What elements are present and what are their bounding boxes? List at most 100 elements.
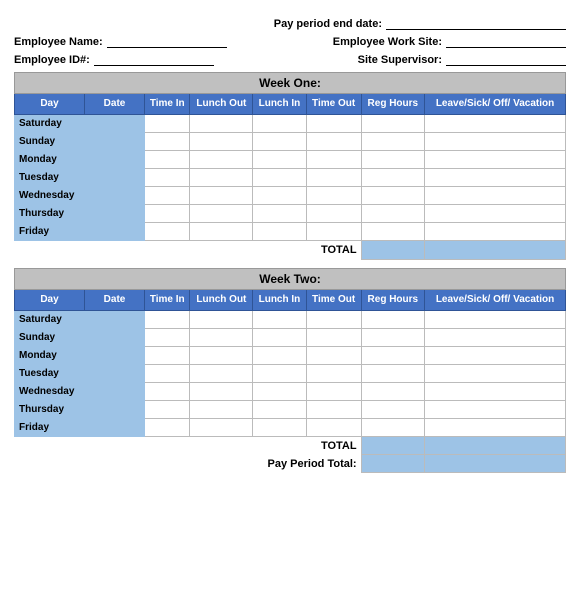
week2-friday-lunchout[interactable] bbox=[190, 418, 253, 436]
week2-tuesday-reghours[interactable] bbox=[361, 364, 424, 382]
week1-total-leave[interactable] bbox=[425, 241, 566, 260]
week1-tuesday-date[interactable] bbox=[85, 169, 145, 187]
week1-thursday-date[interactable] bbox=[85, 205, 145, 223]
week1-wednesday-lunchin[interactable] bbox=[253, 187, 306, 205]
week2-thursday-timein[interactable] bbox=[145, 400, 190, 418]
week2-saturday-timeout[interactable] bbox=[306, 310, 361, 328]
week1-wednesday-timeout[interactable] bbox=[306, 187, 361, 205]
week1-tuesday-reghours[interactable] bbox=[361, 169, 424, 187]
week1-saturday-leave[interactable] bbox=[425, 115, 566, 133]
week2-monday-timeout[interactable] bbox=[306, 346, 361, 364]
employee-worksite-value[interactable] bbox=[446, 34, 566, 48]
week2-wednesday-reghours[interactable] bbox=[361, 382, 424, 400]
week2-tuesday-timein[interactable] bbox=[145, 364, 190, 382]
week1-sunday-timeout[interactable] bbox=[306, 133, 361, 151]
week1-monday-lunchout[interactable] bbox=[190, 151, 253, 169]
week1-friday-lunchout[interactable] bbox=[190, 223, 253, 241]
week1-sunday-date[interactable] bbox=[85, 133, 145, 151]
week2-friday-lunchin[interactable] bbox=[253, 418, 306, 436]
week1-friday-reghours[interactable] bbox=[361, 223, 424, 241]
week1-thursday-timeout[interactable] bbox=[306, 205, 361, 223]
week2-wednesday-date[interactable] bbox=[85, 382, 145, 400]
week2-monday-timein[interactable] bbox=[145, 346, 190, 364]
week2-sunday-leave[interactable] bbox=[425, 328, 566, 346]
week1-total-reghours[interactable] bbox=[361, 241, 424, 260]
week1-sunday-lunchin[interactable] bbox=[253, 133, 306, 151]
week1-sunday-leave[interactable] bbox=[425, 133, 566, 151]
week1-sunday-reghours[interactable] bbox=[361, 133, 424, 151]
week2-total-leave[interactable] bbox=[425, 436, 566, 455]
week1-wednesday-leave[interactable] bbox=[425, 187, 566, 205]
week1-friday-timein[interactable] bbox=[145, 223, 190, 241]
week2-monday-lunchout[interactable] bbox=[190, 346, 253, 364]
week2-tuesday-lunchin[interactable] bbox=[253, 364, 306, 382]
week2-sunday-reghours[interactable] bbox=[361, 328, 424, 346]
week2-wednesday-leave[interactable] bbox=[425, 382, 566, 400]
week2-wednesday-lunchout[interactable] bbox=[190, 382, 253, 400]
week2-monday-reghours[interactable] bbox=[361, 346, 424, 364]
week2-saturday-lunchin[interactable] bbox=[253, 310, 306, 328]
week1-friday-lunchin[interactable] bbox=[253, 223, 306, 241]
week1-saturday-date[interactable] bbox=[85, 115, 145, 133]
week1-wednesday-date[interactable] bbox=[85, 187, 145, 205]
week2-friday-date[interactable] bbox=[85, 418, 145, 436]
week2-monday-date[interactable] bbox=[85, 346, 145, 364]
week2-thursday-leave[interactable] bbox=[425, 400, 566, 418]
week1-friday-leave[interactable] bbox=[425, 223, 566, 241]
week1-monday-reghours[interactable] bbox=[361, 151, 424, 169]
week1-saturday-timein[interactable] bbox=[145, 115, 190, 133]
week2-monday-lunchin[interactable] bbox=[253, 346, 306, 364]
week2-sunday-lunchin[interactable] bbox=[253, 328, 306, 346]
week2-friday-timeout[interactable] bbox=[306, 418, 361, 436]
week1-sunday-lunchout[interactable] bbox=[190, 133, 253, 151]
week1-saturday-lunchout[interactable] bbox=[190, 115, 253, 133]
week2-total-reghours[interactable] bbox=[361, 436, 424, 455]
week2-wednesday-timeout[interactable] bbox=[306, 382, 361, 400]
week2-sunday-date[interactable] bbox=[85, 328, 145, 346]
week1-thursday-reghours[interactable] bbox=[361, 205, 424, 223]
pay-period-total-reghours[interactable] bbox=[361, 455, 424, 473]
week2-wednesday-timein[interactable] bbox=[145, 382, 190, 400]
week1-saturday-lunchin[interactable] bbox=[253, 115, 306, 133]
week1-thursday-leave[interactable] bbox=[425, 205, 566, 223]
week2-thursday-date[interactable] bbox=[85, 400, 145, 418]
week2-saturday-date[interactable] bbox=[85, 310, 145, 328]
employee-name-value[interactable] bbox=[107, 34, 227, 48]
week1-thursday-timein[interactable] bbox=[145, 205, 190, 223]
week1-wednesday-timein[interactable] bbox=[145, 187, 190, 205]
week1-monday-timein[interactable] bbox=[145, 151, 190, 169]
week2-sunday-timeout[interactable] bbox=[306, 328, 361, 346]
site-supervisor-value[interactable] bbox=[446, 52, 566, 66]
week1-saturday-timeout[interactable] bbox=[306, 115, 361, 133]
week1-sunday-timein[interactable] bbox=[145, 133, 190, 151]
week2-saturday-lunchout[interactable] bbox=[190, 310, 253, 328]
week2-tuesday-date[interactable] bbox=[85, 364, 145, 382]
week1-tuesday-lunchout[interactable] bbox=[190, 169, 253, 187]
week2-friday-leave[interactable] bbox=[425, 418, 566, 436]
week2-thursday-timeout[interactable] bbox=[306, 400, 361, 418]
week1-thursday-lunchin[interactable] bbox=[253, 205, 306, 223]
week2-friday-timein[interactable] bbox=[145, 418, 190, 436]
week1-friday-date[interactable] bbox=[85, 223, 145, 241]
week1-tuesday-leave[interactable] bbox=[425, 169, 566, 187]
week2-thursday-reghours[interactable] bbox=[361, 400, 424, 418]
week2-monday-leave[interactable] bbox=[425, 346, 566, 364]
week1-wednesday-lunchout[interactable] bbox=[190, 187, 253, 205]
pay-period-total-leave[interactable] bbox=[425, 455, 566, 473]
week1-monday-leave[interactable] bbox=[425, 151, 566, 169]
week2-tuesday-leave[interactable] bbox=[425, 364, 566, 382]
week2-saturday-timein[interactable] bbox=[145, 310, 190, 328]
week1-monday-timeout[interactable] bbox=[306, 151, 361, 169]
week1-tuesday-timeout[interactable] bbox=[306, 169, 361, 187]
week2-wednesday-lunchin[interactable] bbox=[253, 382, 306, 400]
week1-thursday-lunchout[interactable] bbox=[190, 205, 253, 223]
week1-tuesday-timein[interactable] bbox=[145, 169, 190, 187]
week1-tuesday-lunchin[interactable] bbox=[253, 169, 306, 187]
week2-saturday-reghours[interactable] bbox=[361, 310, 424, 328]
week2-thursday-lunchout[interactable] bbox=[190, 400, 253, 418]
week2-tuesday-lunchout[interactable] bbox=[190, 364, 253, 382]
week2-thursday-lunchin[interactable] bbox=[253, 400, 306, 418]
pay-period-value[interactable] bbox=[386, 16, 566, 30]
week2-sunday-lunchout[interactable] bbox=[190, 328, 253, 346]
week2-friday-reghours[interactable] bbox=[361, 418, 424, 436]
